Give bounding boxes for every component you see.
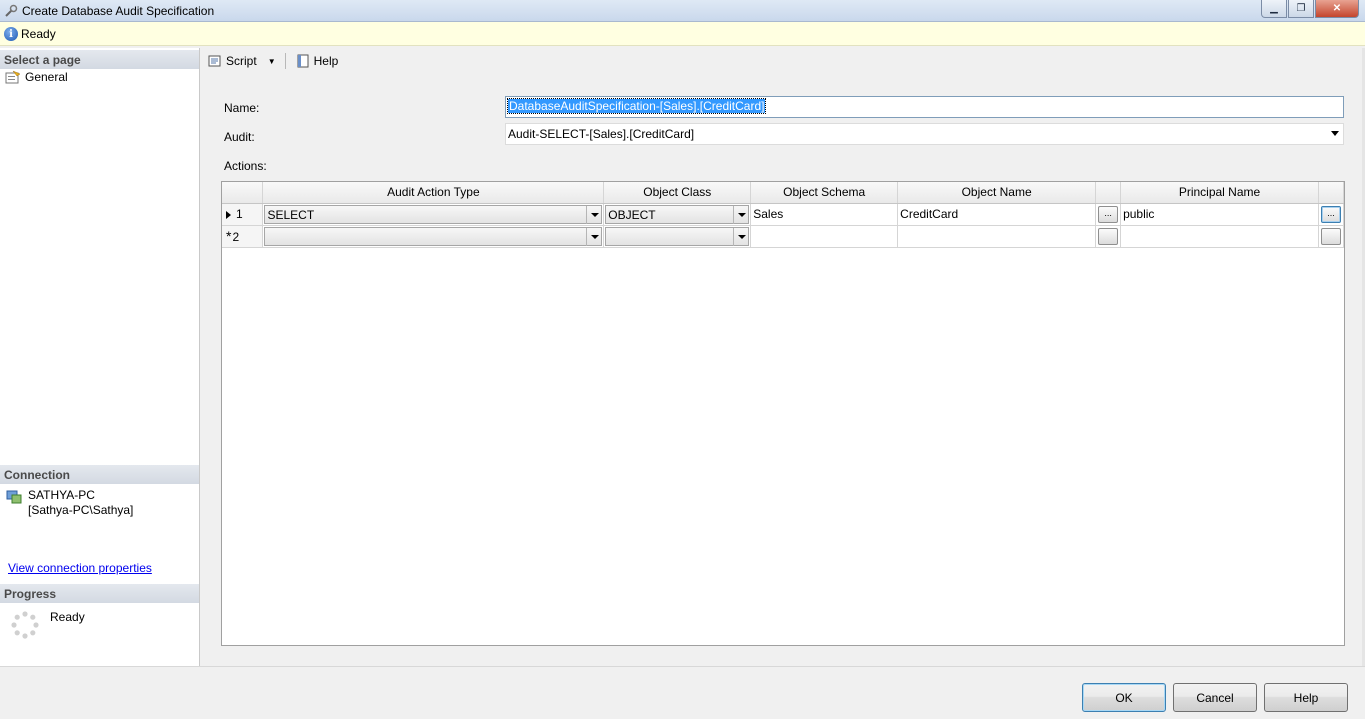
title-bar: Create Database Audit Specification ▁ ❐ … bbox=[0, 0, 1365, 22]
table-row: *2 bbox=[222, 225, 1345, 248]
audit-select-value: Audit-SELECT-[Sales].[CreditCard] bbox=[508, 127, 695, 141]
object-name-browse-button[interactable]: ... bbox=[1098, 205, 1119, 223]
column-header-principal-name[interactable]: Principal Name bbox=[1120, 182, 1319, 204]
toolbar: Script ▼ Help bbox=[201, 48, 1365, 74]
progress-info: Ready bbox=[10, 610, 85, 640]
column-header-object-class[interactable]: Object Class bbox=[603, 182, 752, 204]
progress-spinner-icon bbox=[11, 611, 39, 639]
view-connection-properties-link[interactable]: View connection properties bbox=[8, 561, 152, 575]
ok-button[interactable]: OK bbox=[1082, 683, 1166, 712]
main-panel: Script ▼ Help Name: DatabaseAuditSpecifi… bbox=[201, 48, 1365, 666]
wrench-icon bbox=[5, 4, 18, 17]
window-title: Create Database Audit Specification bbox=[22, 4, 215, 18]
audit-select[interactable]: Audit-SELECT-[Sales].[CreditCard] bbox=[505, 123, 1344, 145]
status-text: Ready bbox=[21, 27, 56, 41]
audit-label: Audit: bbox=[224, 130, 255, 144]
chevron-down-icon[interactable] bbox=[733, 227, 748, 246]
toolbar-separator bbox=[284, 53, 286, 69]
audit-action-type-combo[interactable] bbox=[264, 226, 603, 246]
cancel-button[interactable]: Cancel bbox=[1173, 683, 1257, 712]
name-label: Name: bbox=[224, 101, 260, 115]
object-name-browse-button[interactable] bbox=[1098, 227, 1119, 245]
connection-info: SATHYA-PC [Sathya-PC\Sathya] bbox=[6, 488, 133, 518]
column-header-audit-action-type[interactable]: Audit Action Type bbox=[262, 182, 605, 204]
audit-action-type-combo[interactable]: SELECT bbox=[264, 204, 603, 224]
principal-name-cell[interactable] bbox=[1120, 225, 1319, 248]
chevron-down-icon[interactable]: ▼ bbox=[268, 57, 276, 66]
object-class-value: OBJECT bbox=[608, 207, 656, 222]
table-row: 1 SELECT OBJECT Sales CreditCard ... pub… bbox=[222, 203, 1345, 226]
column-header-object-name[interactable]: Object Name bbox=[897, 182, 1097, 204]
actions-label: Actions: bbox=[224, 159, 267, 173]
object-class-combo[interactable] bbox=[605, 226, 750, 246]
help-toolbar-button[interactable]: Help bbox=[292, 51, 342, 71]
principal-name-browse-button[interactable] bbox=[1320, 227, 1341, 245]
object-class-cell[interactable] bbox=[603, 225, 752, 248]
object-name-cell[interactable]: CreditCard bbox=[897, 203, 1097, 226]
principal-name-browse-button[interactable]: ... bbox=[1320, 205, 1341, 223]
close-button[interactable]: ✕ bbox=[1315, 0, 1359, 18]
object-name-browse-cell: ... bbox=[1095, 203, 1122, 226]
help-book-icon bbox=[297, 54, 309, 68]
actions-table: Audit Action Type Object Class Object Sc… bbox=[222, 182, 1345, 248]
object-schema-cell[interactable] bbox=[750, 225, 899, 248]
column-header-object-schema[interactable]: Object Schema bbox=[750, 182, 899, 204]
object-class-cell[interactable]: OBJECT bbox=[603, 203, 752, 226]
maximize-button[interactable]: ❐ bbox=[1288, 0, 1314, 18]
server-icon bbox=[6, 490, 22, 504]
audit-action-type-value: SELECT bbox=[267, 207, 315, 222]
status-bar: i Ready bbox=[0, 22, 1365, 46]
script-label: Script bbox=[226, 54, 257, 68]
dialog-footer: OK Cancel Help bbox=[0, 666, 1365, 719]
chevron-down-icon[interactable] bbox=[586, 227, 601, 246]
chevron-down-icon[interactable] bbox=[586, 205, 601, 224]
page-item-general[interactable]: General bbox=[5, 70, 68, 84]
object-name-cell[interactable] bbox=[897, 225, 1097, 248]
name-field[interactable]: DatabaseAuditSpecification-[Sales].[Cred… bbox=[505, 96, 1344, 118]
connection-server: SATHYA-PC bbox=[28, 488, 95, 502]
row-number: 2 bbox=[232, 230, 240, 244]
principal-name-browse-cell bbox=[1318, 225, 1345, 248]
properties-page-icon bbox=[5, 70, 21, 84]
connection-header: Connection bbox=[0, 465, 199, 484]
row-number: 1 bbox=[236, 207, 243, 221]
principal-name-browse-cell: ... bbox=[1318, 203, 1345, 226]
object-name-browse-cell bbox=[1095, 225, 1122, 248]
help-button[interactable]: Help bbox=[1264, 683, 1348, 712]
actions-grid: Audit Action Type Object Class Object Sc… bbox=[221, 181, 1345, 646]
name-field-value: DatabaseAuditSpecification-[Sales].[Cred… bbox=[506, 98, 767, 114]
audit-action-type-cell[interactable] bbox=[262, 225, 605, 248]
table-header-row: Audit Action Type Object Class Object Sc… bbox=[222, 182, 1345, 204]
info-icon: i bbox=[4, 27, 18, 41]
row-header[interactable]: 1 bbox=[222, 203, 264, 226]
current-row-icon bbox=[226, 210, 231, 219]
new-row-icon: * bbox=[226, 228, 232, 244]
column-header-principal-name-browse bbox=[1318, 182, 1345, 204]
progress-text: Ready bbox=[50, 610, 85, 624]
page-item-label: General bbox=[25, 70, 68, 84]
script-icon bbox=[208, 55, 221, 67]
select-page-header: Select a page bbox=[0, 50, 199, 69]
help-toolbar-label: Help bbox=[313, 54, 339, 68]
chevron-down-icon bbox=[1331, 131, 1339, 136]
row-header[interactable]: *2 bbox=[222, 225, 264, 248]
minimize-button[interactable]: ▁ bbox=[1261, 0, 1287, 18]
audit-action-type-cell[interactable]: SELECT bbox=[262, 203, 605, 226]
row-header-corner bbox=[222, 182, 264, 204]
script-button[interactable]: Script ▼ bbox=[204, 51, 279, 71]
column-header-object-name-browse bbox=[1095, 182, 1122, 204]
object-schema-cell[interactable]: Sales bbox=[750, 203, 899, 226]
connection-user: [Sathya-PC\Sathya] bbox=[28, 503, 134, 517]
progress-header: Progress bbox=[0, 584, 199, 603]
left-panel: Select a page General Connection SATHYA-… bbox=[0, 48, 200, 666]
chevron-down-icon[interactable] bbox=[733, 205, 748, 224]
object-class-combo[interactable]: OBJECT bbox=[605, 204, 750, 224]
principal-name-cell[interactable]: public bbox=[1120, 203, 1319, 226]
